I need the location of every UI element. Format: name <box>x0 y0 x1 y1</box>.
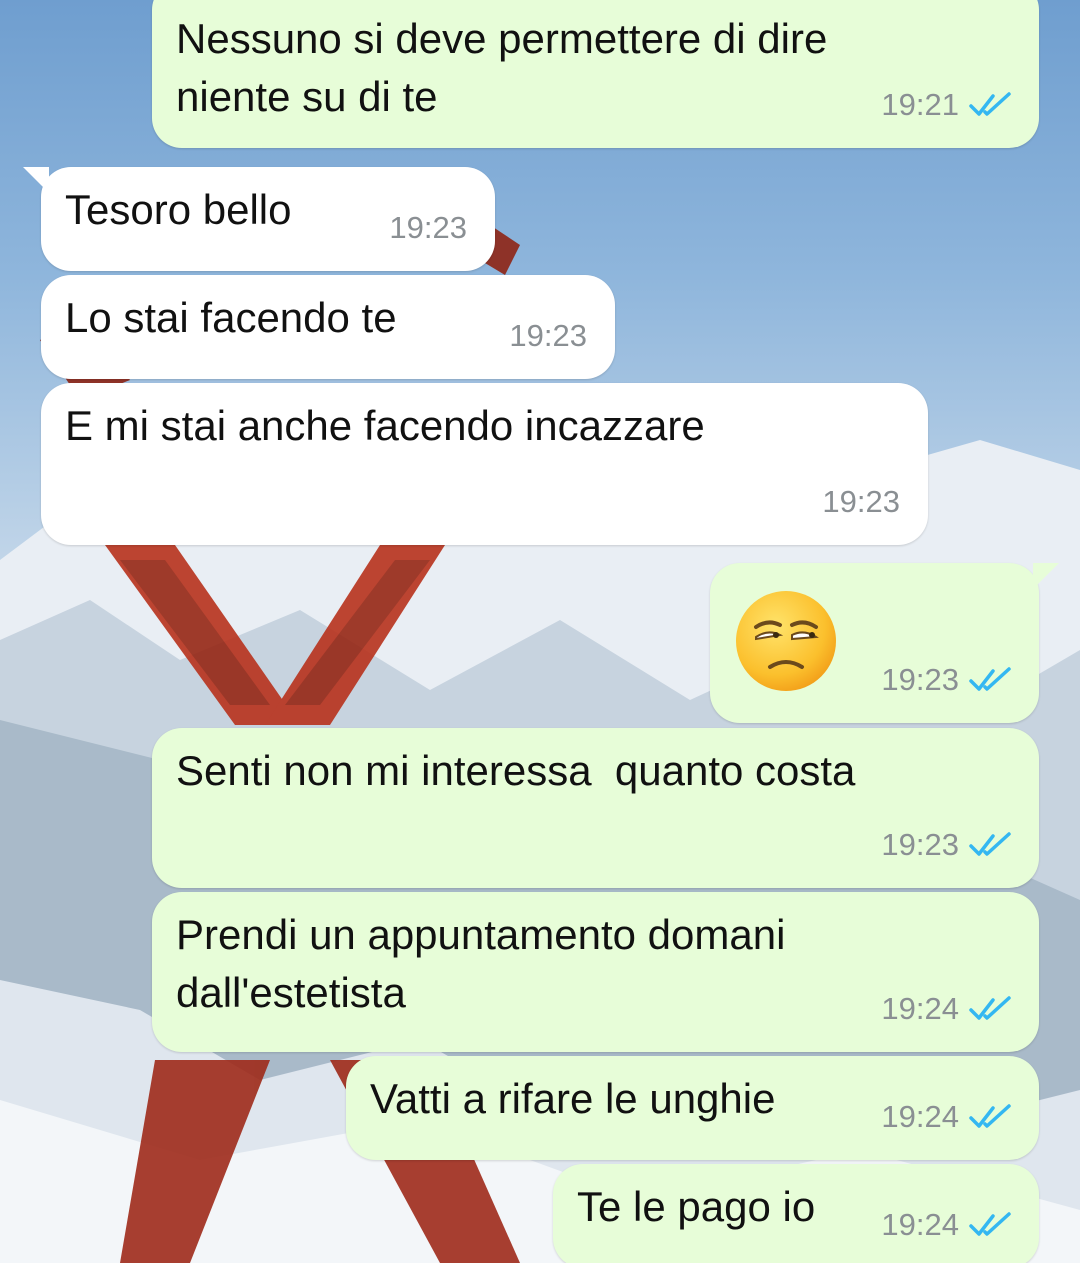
message-meta: 19:21 <box>881 76 1015 134</box>
message-meta: 19:23 <box>881 816 1015 874</box>
message-time: 19:23 <box>822 484 900 519</box>
message-bubble-incoming[interactable]: Tesoro bello 19:23 <box>23 167 495 271</box>
message-time: 19:24 <box>881 991 959 1026</box>
bubble-tail <box>1033 563 1059 589</box>
double-check-read-icon <box>969 832 1011 856</box>
message-time: 19:23 <box>881 662 959 697</box>
bubble-tail <box>23 167 49 193</box>
message-time: 19:23 <box>881 827 959 862</box>
message-meta: 19:23 <box>822 473 900 531</box>
message-text: E mi stai anche facendo incazzare <box>65 402 705 449</box>
message-bubble-outgoing[interactable]: 19:23 <box>710 563 1059 723</box>
message-bubble-outgoing[interactable]: Prendi un appuntamento domani dall'estet… <box>152 892 1039 1052</box>
message-bubble-outgoing[interactable]: Senti non mi interessa quanto costa 19:2… <box>152 728 1039 888</box>
message-meta: 19:23 <box>881 651 1015 709</box>
double-check-read-icon <box>969 92 1011 116</box>
message-text: Senti non mi interessa quanto costa <box>176 747 856 794</box>
message-meta: 19:23 <box>389 199 467 257</box>
message-bubble-incoming[interactable]: E mi stai anche facendo incazzare 19:23 <box>41 383 928 545</box>
message-bubble-outgoing[interactable]: Te le pago io 19:24 <box>553 1164 1039 1263</box>
double-check-read-icon <box>969 1104 1011 1128</box>
message-bubble-outgoing[interactable]: Nessuno si deve permettere di dire nient… <box>152 0 1039 148</box>
message-bubble-incoming[interactable]: Lo stai facendo te 19:23 <box>41 275 615 379</box>
unamused-face-emoji <box>736 591 836 691</box>
message-time: 19:24 <box>881 1207 959 1242</box>
double-check-read-icon <box>969 667 1011 691</box>
message-meta: 19:23 <box>509 307 587 365</box>
message-time: 19:24 <box>881 1099 959 1134</box>
message-meta: 19:24 <box>881 1196 1015 1254</box>
double-check-read-icon <box>969 1212 1011 1236</box>
message-time: 19:23 <box>509 318 587 353</box>
message-meta: 19:24 <box>881 1088 1015 1146</box>
double-check-read-icon <box>969 996 1011 1020</box>
message-time: 19:23 <box>389 210 467 245</box>
message-bubble-outgoing[interactable]: Vatti a rifare le unghie 19:24 <box>346 1056 1039 1160</box>
message-meta: 19:24 <box>881 980 1015 1038</box>
message-time: 19:21 <box>881 87 959 122</box>
